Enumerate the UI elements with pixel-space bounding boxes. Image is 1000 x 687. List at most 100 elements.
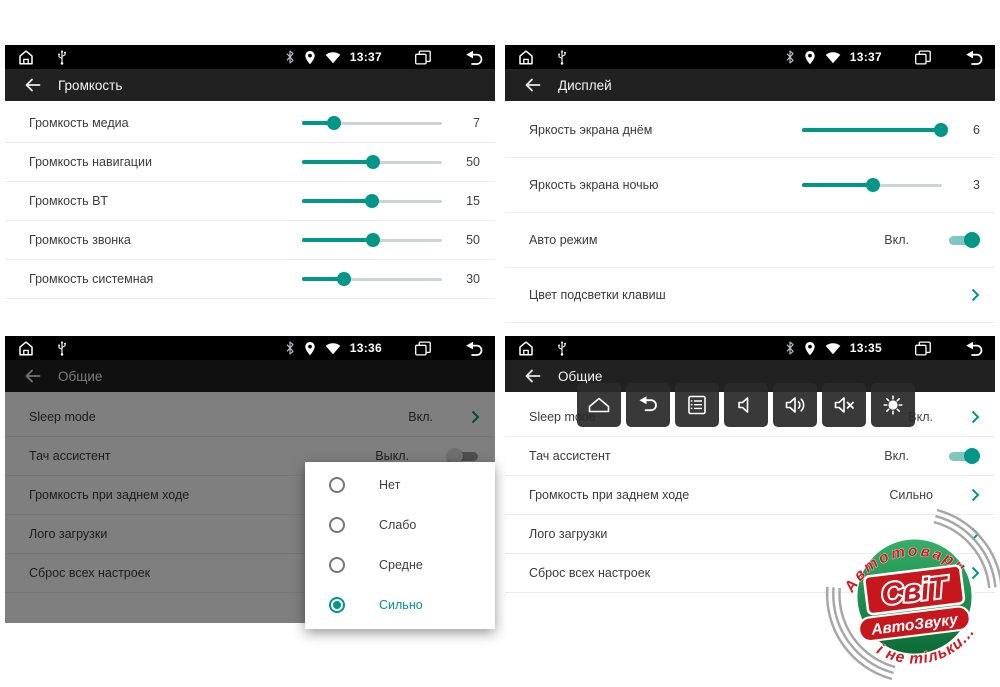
slider-thumb[interactable]: [866, 178, 880, 192]
settings-row[interactable]: Сброс всех настроек: [505, 554, 995, 593]
recents-icon[interactable]: [414, 341, 432, 356]
settings-row[interactable]: Громкость BT 15: [5, 182, 495, 221]
status-time: 13:37: [350, 50, 382, 64]
toggle-switch[interactable]: [947, 231, 980, 249]
slider[interactable]: [302, 272, 442, 286]
back-button[interactable]: [626, 383, 670, 427]
slider-value: 6: [950, 123, 980, 137]
wifi-icon: [325, 51, 341, 64]
slider-value: 7: [450, 116, 480, 130]
radio-button-icon[interactable]: [329, 597, 345, 613]
row-label: Громкость BT: [29, 194, 302, 208]
back-arrow-icon[interactable]: [524, 368, 541, 384]
slider[interactable]: [302, 194, 442, 208]
status-bar: 13:36: [5, 336, 495, 360]
chevron-right-icon: [971, 288, 980, 302]
settings-row[interactable]: Громкость навигации 50: [5, 143, 495, 182]
slider-thumb[interactable]: [366, 233, 380, 247]
recents-icon[interactable]: [914, 341, 932, 356]
status-time: 13:37: [850, 50, 882, 64]
slider[interactable]: [802, 123, 942, 137]
volume-up-button[interactable]: [773, 383, 817, 427]
toggle-switch[interactable]: [947, 447, 980, 465]
chevron-right-icon: [971, 488, 980, 502]
slider[interactable]: [302, 233, 442, 247]
slider[interactable]: [302, 116, 442, 130]
row-value: Вкл.: [884, 233, 909, 247]
usb-icon: [557, 49, 567, 65]
recents-icon[interactable]: [914, 50, 932, 65]
settings-row[interactable]: Громкость при заднем ходеСильно: [505, 476, 995, 515]
option-label: Слабо: [379, 518, 416, 532]
home-icon[interactable]: [17, 49, 35, 65]
slider-thumb[interactable]: [327, 116, 341, 130]
slider[interactable]: [802, 178, 942, 192]
brightness-icon: [880, 392, 906, 418]
radio-button-icon[interactable]: [329, 477, 345, 493]
row-label: Громкость системная: [29, 272, 302, 286]
list-button[interactable]: [675, 383, 719, 427]
location-icon: [804, 341, 816, 356]
recents-icon[interactable]: [414, 50, 432, 65]
settings-row[interactable]: Громкость звонка 50: [5, 221, 495, 260]
settings-list: Громкость медиа 7Громкость навигации 50Г…: [5, 101, 495, 299]
dialog-option[interactable]: Нет: [305, 465, 495, 505]
settings-row[interactable]: Громкость медиа 7: [5, 104, 495, 143]
slider[interactable]: [302, 155, 442, 169]
quick-controls-bar: [577, 383, 915, 427]
location-icon: [804, 50, 816, 65]
dialog-option[interactable]: Слабо: [305, 505, 495, 545]
row-label: Громкость медиа: [29, 116, 302, 130]
settings-row[interactable]: Яркость экрана днём 6: [505, 103, 995, 158]
radio-button-icon[interactable]: [329, 517, 345, 533]
row-value: Вкл.: [884, 449, 909, 463]
back-icon[interactable]: [464, 50, 483, 65]
back-arrow-icon[interactable]: [524, 77, 541, 93]
location-icon: [304, 341, 316, 356]
home-button[interactable]: [577, 383, 621, 427]
back-icon: [635, 392, 661, 418]
row-label: Громкость при заднем ходе: [529, 488, 889, 502]
mute-icon: [831, 392, 857, 418]
status-time: 13:36: [350, 341, 382, 355]
brightness-button[interactable]: [871, 383, 915, 427]
app-bar: Громкость: [5, 69, 495, 101]
slider-thumb[interactable]: [366, 155, 380, 169]
panel-volume: 13:37 Громкость Громкость медиа 7Громкос…: [5, 45, 495, 299]
row-label: Цвет подсветки клавиш: [529, 288, 971, 302]
settings-row[interactable]: Лого загрузки: [505, 515, 995, 554]
mute-button[interactable]: [822, 383, 866, 427]
home-icon[interactable]: [517, 49, 535, 65]
slider-thumb[interactable]: [337, 272, 351, 286]
chevron-right-icon: [971, 566, 980, 580]
watermark-bottom-arc-text: і не тільки...: [874, 624, 979, 668]
home-icon[interactable]: [517, 340, 535, 356]
settings-row[interactable]: Яркость экрана ночью 3: [505, 158, 995, 213]
settings-row[interactable]: Громкость системная 30: [5, 260, 495, 299]
page-title: Общие: [558, 369, 602, 384]
wifi-icon: [325, 342, 341, 355]
slider-value: 50: [450, 155, 480, 169]
slider-thumb[interactable]: [934, 123, 948, 137]
bluetooth-icon: [285, 50, 295, 64]
back-icon[interactable]: [964, 50, 983, 65]
volume-down-button[interactable]: [724, 383, 768, 427]
settings-row[interactable]: Авто режимВкл.: [505, 213, 995, 268]
back-arrow-icon[interactable]: [24, 77, 41, 93]
dialog-option[interactable]: Средне: [305, 545, 495, 585]
settings-row[interactable]: Тач ассистентВкл.: [505, 437, 995, 476]
volume-low-icon: [733, 392, 759, 418]
slider-thumb[interactable]: [365, 194, 379, 208]
home-icon[interactable]: [17, 340, 35, 356]
back-icon[interactable]: [964, 341, 983, 356]
back-icon[interactable]: [464, 341, 483, 356]
option-label: Нет: [379, 478, 400, 492]
settings-list: Яркость экрана днём 6Яркость экрана ночь…: [505, 101, 995, 323]
status-bar: 13:35: [505, 336, 995, 360]
bluetooth-icon: [785, 50, 795, 64]
radio-button-icon[interactable]: [329, 557, 345, 573]
row-label: Громкость навигации: [29, 155, 302, 169]
bluetooth-icon: [785, 341, 795, 355]
dialog-option[interactable]: Сильно: [305, 585, 495, 625]
settings-row[interactable]: Цвет подсветки клавиш: [505, 268, 995, 323]
